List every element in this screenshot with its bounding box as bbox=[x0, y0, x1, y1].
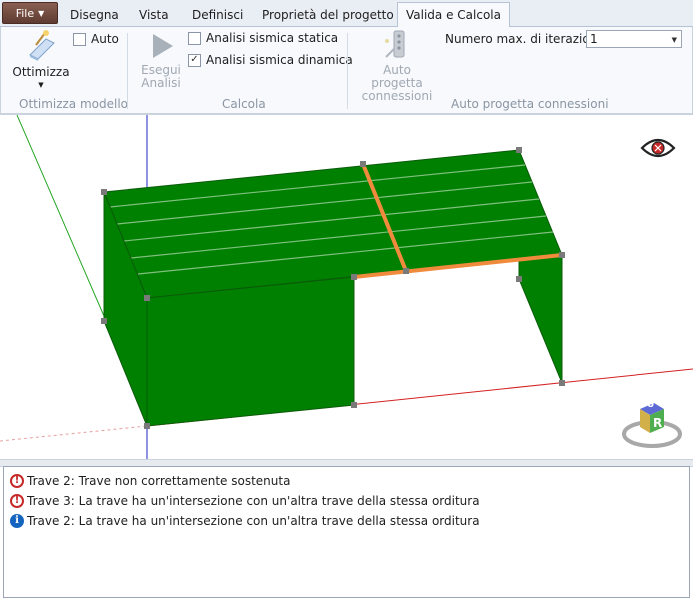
message-item[interactable]: ! Trave 2: Trave non correttamente soste… bbox=[10, 474, 290, 488]
message-text: Trave 3: La trave ha un'intersezione con… bbox=[27, 494, 480, 508]
run-analysis-label-2: Analisi bbox=[141, 76, 181, 90]
static-seismic-label: Analisi sismica statica bbox=[206, 31, 339, 45]
auto-checkbox[interactable]: Auto bbox=[73, 32, 119, 46]
iterations-value: 1 bbox=[590, 32, 598, 46]
warning-icon: ! bbox=[10, 494, 24, 508]
iterations-select[interactable]: 1 ▼ bbox=[586, 30, 682, 48]
wall-right[interactable] bbox=[518, 254, 563, 384]
auto-design-label-1: Auto progetta bbox=[371, 63, 423, 90]
3d-viewport[interactable]: U R bbox=[0, 114, 693, 460]
tab-proprieta-progetto[interactable]: Proprietà del progetto bbox=[254, 4, 402, 26]
file-menu-label: File bbox=[15, 6, 35, 20]
y-axis-line bbox=[16, 115, 108, 324]
auto-checkbox-label: Auto bbox=[91, 32, 119, 46]
auto-design-connections-button[interactable]: Auto progetta connessioni bbox=[356, 29, 438, 103]
run-analysis-button[interactable]: Esegui Analisi bbox=[137, 31, 185, 90]
tab-vista[interactable]: Vista bbox=[131, 4, 177, 26]
group-label-connections: Auto progetta connessioni bbox=[451, 97, 609, 111]
dynamic-seismic-checkbox[interactable]: ✓ Analisi sismica dinamica bbox=[188, 53, 353, 67]
ribbon-separator bbox=[127, 33, 128, 109]
roof-slab[interactable] bbox=[103, 149, 563, 299]
auto-checkbox-box[interactable] bbox=[73, 32, 86, 46]
message-text: Trave 2: La trave ha un'intersezione con… bbox=[27, 514, 480, 528]
messages-panel: ! Trave 2: Trave non correttamente soste… bbox=[3, 466, 690, 598]
ribbon-separator bbox=[347, 33, 348, 109]
eye-icon[interactable] bbox=[640, 135, 676, 161]
optimize-label: Ottimizza bbox=[12, 65, 70, 79]
message-item[interactable]: ! Trave 3: La trave ha un'intersezione c… bbox=[10, 494, 480, 508]
optimize-dropdown-icon: ▼ bbox=[38, 81, 44, 89]
iterations-label: Numero max. di iterazioni bbox=[445, 32, 601, 46]
message-text: Trave 2: Trave non correttamente sostenu… bbox=[27, 474, 291, 488]
ribbon-panel: Ottimizza ▼ Auto Ottimizza modello Esegu… bbox=[0, 27, 693, 114]
tab-definisci[interactable]: Definisci bbox=[184, 4, 251, 26]
dynamic-seismic-label: Analisi sismica dinamica bbox=[206, 53, 353, 67]
play-icon bbox=[153, 34, 173, 58]
static-seismic-checkbox-box[interactable] bbox=[188, 31, 201, 45]
chevron-down-icon: ▼ bbox=[38, 8, 45, 18]
ribbon-tab-bar: File ▼ Disegna Vista Definisci Proprietà… bbox=[0, 0, 693, 28]
static-seismic-checkbox[interactable]: Analisi sismica statica bbox=[188, 31, 338, 45]
x-axis-negative-line bbox=[0, 425, 148, 442]
wall-front[interactable] bbox=[146, 276, 355, 427]
dynamic-seismic-checkbox-box[interactable]: ✓ bbox=[188, 53, 201, 67]
chevron-down-icon: ▼ bbox=[671, 36, 677, 44]
file-menu-button[interactable]: File ▼ bbox=[2, 2, 58, 24]
view-cube-front-label: R bbox=[653, 416, 663, 430]
group-label-calc: Calcola bbox=[222, 97, 266, 111]
message-item[interactable]: i Trave 2: La trave ha un'intersezione c… bbox=[10, 514, 480, 528]
auto-design-label-2: connessioni bbox=[361, 89, 433, 103]
connection-plate-icon bbox=[385, 30, 405, 58]
warning-icon: ! bbox=[10, 474, 24, 488]
tab-disegna[interactable]: Disegna bbox=[62, 4, 127, 26]
optimize-button[interactable]: Ottimizza ▼ bbox=[11, 29, 71, 92]
info-icon: i bbox=[10, 514, 24, 528]
structure-model-3d[interactable] bbox=[0, 115, 693, 460]
group-label-optimize: Ottimizza modello bbox=[19, 97, 129, 111]
view-cube-top-label: U bbox=[647, 400, 655, 410]
optimize-icon bbox=[29, 30, 55, 61]
tab-valida-calcola[interactable]: Valida e Calcola bbox=[397, 2, 510, 28]
view-cube[interactable]: U R bbox=[620, 397, 684, 453]
